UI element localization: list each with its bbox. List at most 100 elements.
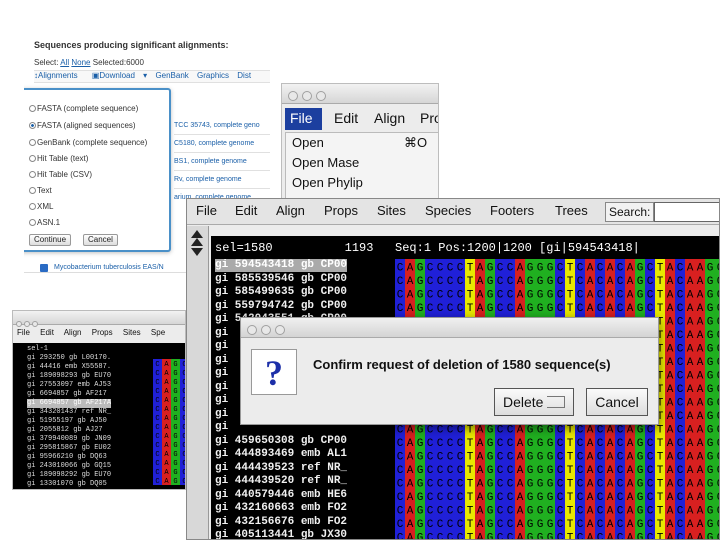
genbank-link[interactable]: GenBank	[155, 71, 188, 80]
sequence-row[interactable]: gi 432156676 emb FO2	[215, 516, 347, 529]
dist-link[interactable]: Dist	[237, 71, 251, 80]
minimize-icon[interactable]	[302, 91, 312, 101]
menu-file[interactable]: File	[196, 203, 217, 218]
menu-props[interactable]: Pro	[420, 110, 438, 126]
hit-link[interactable]: TCC 35743, complete geno	[174, 122, 260, 129]
sequence-row[interactable]: gi 459650308 gb CP00	[215, 435, 347, 448]
sequence-row[interactable]: gi 444893469 emb AL1	[215, 448, 347, 461]
sequence-row[interactable]: gi 13301070 gb DQ05	[27, 480, 107, 489]
file-dropdown: Open ⌘O Open Mase Open Phylip	[285, 132, 438, 202]
sequence-row[interactable]: gi	[215, 354, 228, 367]
sequence-row[interactable]: sel-1	[27, 345, 48, 354]
sequence-row[interactable]: gi	[215, 381, 228, 394]
zoom-icon[interactable]	[32, 321, 38, 327]
sequence-row[interactable]: gi 293250 gb L00170.	[27, 354, 111, 363]
sequence-row[interactable]: gi 189098292 gb EU70	[27, 471, 111, 480]
sequence-row[interactable]: gi 2055812 gb AJ27	[27, 426, 103, 435]
download-menu[interactable]: ▣Download ▾	[92, 71, 147, 80]
sequence-row[interactable]: gi 343201437 ref NR_	[27, 408, 111, 417]
menu-item-open-phylip[interactable]: Open Phylip	[292, 175, 363, 190]
menu-align[interactable]: Align	[374, 110, 405, 126]
sequence-row[interactable]: gi 51955197 gb AJ50	[27, 417, 107, 426]
download-option[interactable]: XML	[29, 202, 53, 211]
sequence-row[interactable]: gi	[215, 367, 228, 380]
sequence-row[interactable]: gi 432160663 emb FO2	[215, 502, 347, 515]
sequence-row[interactable]: gi 585499635 gb CP00	[215, 286, 347, 299]
cancel-button[interactable]: Cancel	[586, 388, 648, 416]
minimize-icon[interactable]	[261, 325, 271, 335]
close-icon[interactable]	[16, 321, 22, 327]
menu-file[interactable]: File	[285, 108, 322, 130]
hit-link[interactable]: Rv, complete genome	[174, 176, 242, 183]
continue-button[interactable]: Continue	[29, 234, 72, 246]
sequence-row[interactable]: gi 594543418 gb CP00	[215, 259, 348, 272]
menu-sites[interactable]: Sites	[123, 328, 141, 337]
close-icon[interactable]	[288, 91, 298, 101]
download-option[interactable]: FASTA (aligned sequences)	[29, 121, 136, 130]
nucleotide-letter: G	[173, 433, 177, 441]
sequence-row[interactable]: gi 295815867 gb EU02	[27, 444, 111, 453]
sequence-row[interactable]: gi 95966210 gb DQ63	[27, 453, 107, 462]
sequence-row[interactable]: gi	[215, 394, 228, 407]
menu-props[interactable]: Props	[324, 203, 358, 218]
menu-species[interactable]: Spe	[151, 328, 165, 337]
alignments-link[interactable]: ↕Alignments	[34, 71, 84, 80]
menu-edit[interactable]: Edit	[235, 203, 257, 218]
sequence-row[interactable]: gi	[215, 340, 228, 353]
sequence-row[interactable]: gi 585539546 gb CP00	[215, 273, 347, 286]
graphics-link[interactable]: Graphics	[197, 71, 229, 80]
sequence-row[interactable]: gi 559794742 gb CP00	[215, 300, 347, 313]
sequence-row[interactable]: gi 243010066 gb GQ15	[27, 462, 111, 471]
menu-item-open[interactable]: Open ⌘O	[292, 135, 427, 150]
download-option[interactable]: Hit Table (text)	[29, 154, 88, 163]
scroll-top-icon[interactable]	[191, 230, 203, 238]
hit-link[interactable]: Mycobacterium tuberculosis EAS/N	[54, 264, 164, 271]
search-input[interactable]	[654, 202, 719, 222]
download-option[interactable]: GenBank (complete sequence)	[29, 138, 147, 147]
sequence-row[interactable]: gi	[215, 327, 228, 340]
delete-button[interactable]: Delete	[494, 388, 575, 416]
search-label: Search:	[605, 202, 655, 222]
menu-edit[interactable]: Edit	[40, 328, 54, 337]
menu-props[interactable]: Props	[92, 328, 113, 337]
sequence-row[interactable]: gi	[215, 421, 228, 434]
sequence-row[interactable]: gi 444439523 ref NR_	[215, 462, 347, 475]
checkbox-checked[interactable]	[40, 264, 48, 272]
menu-footers[interactable]: Footers	[490, 203, 534, 218]
nucleotide-letter: T	[567, 533, 574, 540]
minimize-icon[interactable]	[24, 321, 30, 327]
sequence-row[interactable]: gi 444439520 ref NR_	[215, 475, 347, 488]
sequence-row[interactable]: gi 27553097 emb AJ53	[27, 381, 111, 390]
menu-item-open-mase[interactable]: Open Mase	[292, 155, 359, 170]
sequence-row[interactable]: gi 379940089 gb JN09	[27, 435, 111, 444]
menu-file[interactable]: File	[17, 328, 30, 337]
sequence-row[interactable]: gi 440579446 emb HE6	[215, 489, 347, 502]
zoom-icon[interactable]	[275, 325, 285, 335]
sequence-row[interactable]: gi 405113441 gb JX30	[215, 529, 347, 539]
zoom-icon[interactable]	[316, 91, 326, 101]
sequence-row[interactable]: gi 6694857 gb AF217	[27, 390, 107, 399]
menu-edit[interactable]: Edit	[334, 110, 358, 126]
hit-link[interactable]: BS1, complete genome	[174, 158, 247, 165]
select-all-link[interactable]: All	[60, 58, 69, 67]
download-option[interactable]: Text	[29, 186, 52, 195]
cancel-button[interactable]: Cancel	[83, 234, 118, 246]
menu-trees[interactable]: Trees	[555, 203, 588, 218]
select-none-link[interactable]: None	[71, 58, 90, 67]
hit-link[interactable]: C5180, complete genome	[174, 140, 254, 147]
download-option[interactable]: FASTA (complete sequence)	[29, 104, 138, 113]
close-icon[interactable]	[247, 325, 257, 335]
menu-species[interactable]: Species	[425, 203, 471, 218]
sequence-row[interactable]: gi 6694857 gb AF217A	[27, 399, 112, 408]
menu-align[interactable]: Align	[276, 203, 305, 218]
scroll-down-icon[interactable]	[191, 248, 203, 256]
scroll-up-icon[interactable]	[191, 238, 203, 246]
menu-align[interactable]: Align	[64, 328, 82, 337]
download-option[interactable]: ASN.1	[29, 218, 60, 227]
download-option[interactable]: Hit Table (CSV)	[29, 170, 92, 179]
title-bar	[241, 318, 658, 338]
sequence-row[interactable]: gi	[215, 408, 228, 421]
sequence-row[interactable]: gi 44416 emb X55587.	[27, 363, 111, 372]
sequence-row[interactable]: gi 189098293 gb EU70	[27, 372, 111, 381]
menu-sites[interactable]: Sites	[377, 203, 406, 218]
